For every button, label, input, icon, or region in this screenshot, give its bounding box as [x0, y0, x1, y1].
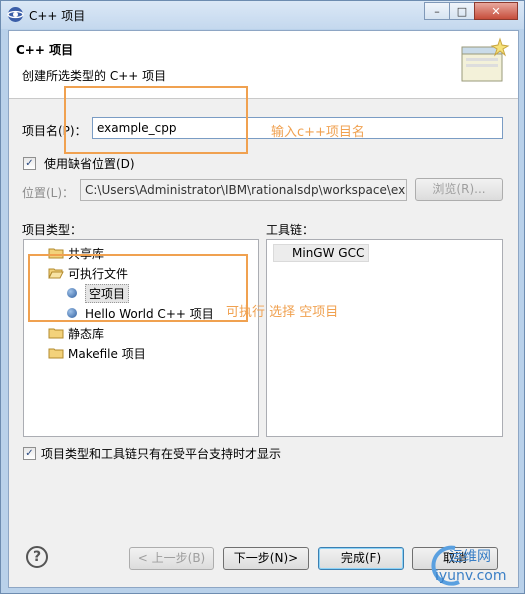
show-supported-only-checkbox[interactable]: ✓ [23, 447, 36, 460]
banner-title: C++ 项目 [16, 43, 74, 57]
toolchain-item[interactable]: MinGW GCC [273, 244, 370, 262]
finish-button[interactable]: 完成(F) [318, 547, 404, 570]
folder-icon [48, 348, 64, 359]
close-button[interactable]: ✕ [474, 2, 518, 20]
annotation-box-project-type [28, 254, 248, 322]
tree-item-label: 静态库 [68, 326, 105, 341]
help-icon[interactable]: ? [26, 546, 48, 568]
project-types-label: 项目类型： [22, 223, 83, 237]
annotation-type-hint: 可执行 选择 空项目 [226, 305, 339, 320]
window-controls: – □ ✕ [424, 2, 518, 20]
banner-description: 创建所选类型的 C++ 项目 [22, 69, 167, 83]
annotation-box-project-name [64, 86, 248, 154]
tree-item-makefile-project[interactable]: Makefile 项目 [48, 344, 146, 362]
annotation-name-hint: 输入c++项目名 [271, 125, 365, 140]
watermark-line1: 运维网 [449, 549, 491, 565]
use-default-location-checkbox[interactable]: ✓ [23, 157, 36, 170]
toolchains-list[interactable]: MinGW GCC [266, 239, 503, 437]
window-title: C++ 项目 [29, 9, 86, 23]
location-input[interactable]: C:\Users\Administrator\IBM\rationalsdp\w… [80, 179, 407, 201]
toolchains-label: 工具链： [266, 223, 315, 237]
maximize-button[interactable]: □ [449, 2, 475, 20]
show-supported-only-label: 项目类型和工具链只有在受平台支持时才显示 [41, 447, 282, 461]
folder-icon [48, 328, 64, 339]
location-label: 位置(L)： [22, 186, 75, 200]
tree-item-static-library[interactable]: 静态库 [48, 324, 104, 342]
tree-item-label: Makefile 项目 [68, 346, 146, 361]
site-watermark: 运维网 iyunv.com [425, 542, 525, 594]
browse-button[interactable]: 浏览(R)... [415, 178, 503, 201]
next-button[interactable]: 下一步(N)> [223, 547, 309, 570]
eclipse-app-icon [7, 7, 24, 22]
use-default-location-label: 使用缺省位置(D) [44, 157, 135, 171]
watermark-line2: iyunv.com [435, 568, 507, 584]
title-bar[interactable]: C++ 项目 – □ ✕ [1, 1, 524, 29]
back-button[interactable]: < 上一步(B) [129, 547, 214, 570]
minimize-button[interactable]: – [424, 2, 450, 20]
new-project-wizard-icon [461, 37, 510, 82]
